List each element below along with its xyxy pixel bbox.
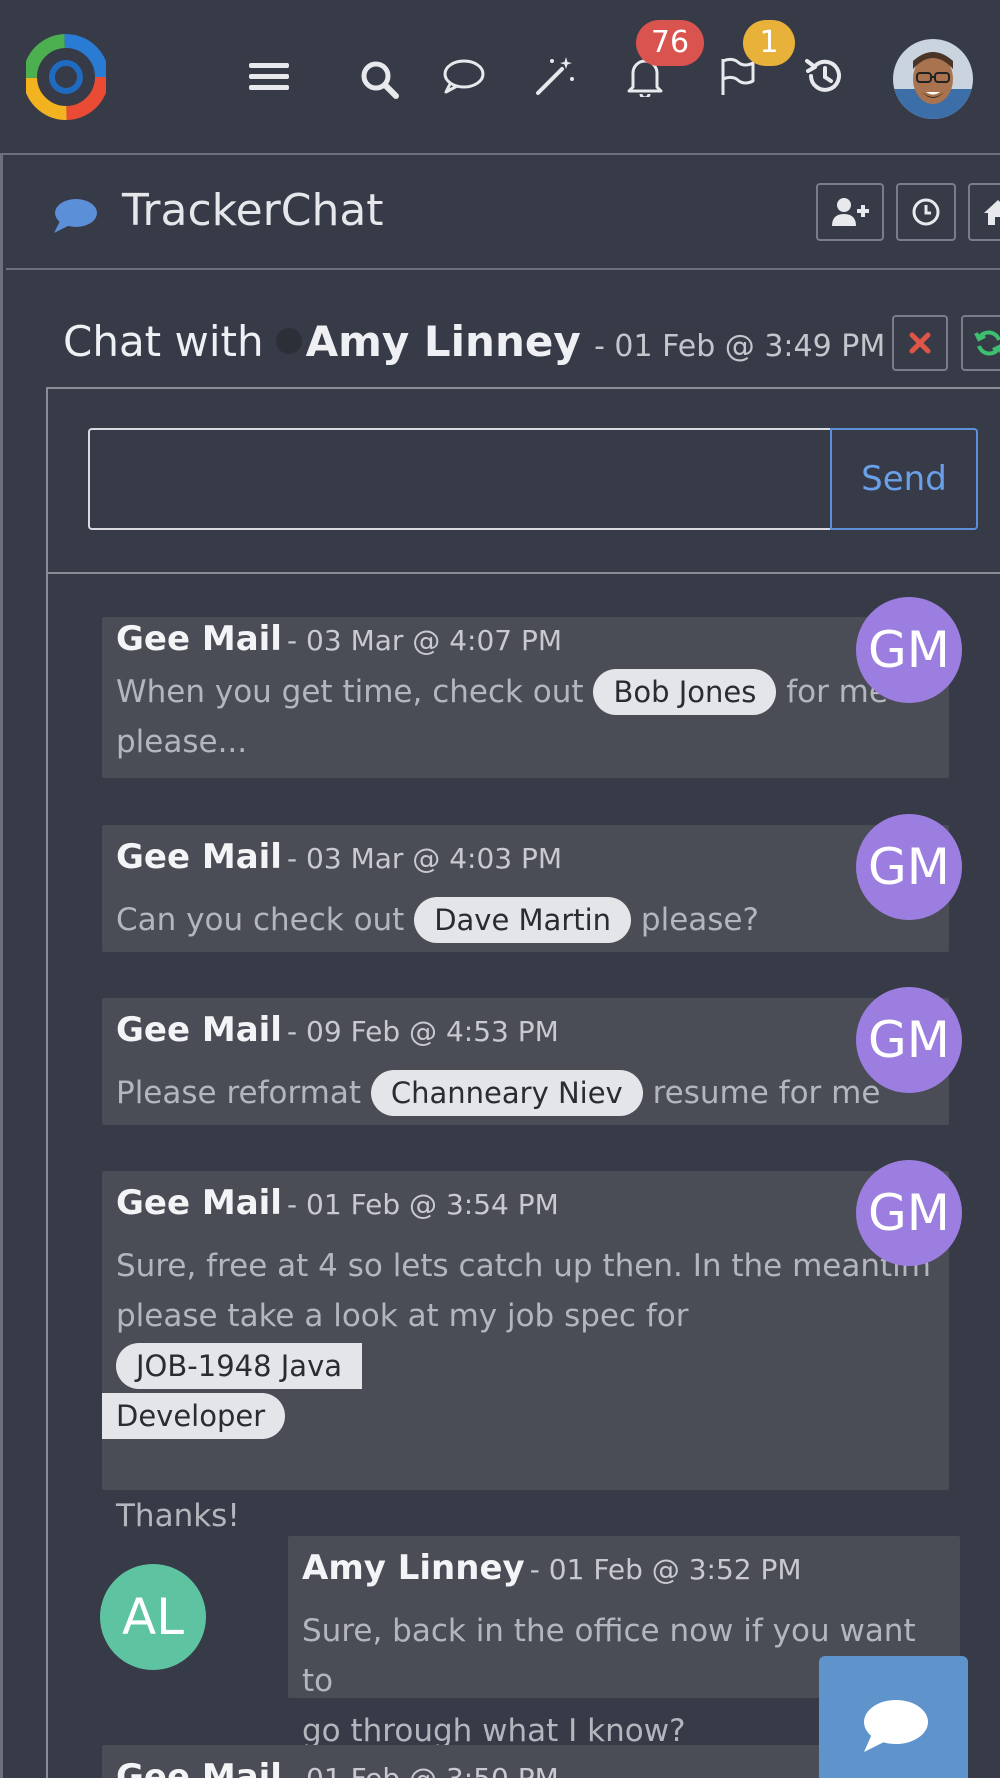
message-sender: Gee Mail: [116, 1757, 282, 1778]
job-tag[interactable]: JOB-1948 Java: [116, 1343, 363, 1389]
message-text: Thanks!: [116, 1498, 240, 1534]
add-user-button[interactable]: [816, 183, 884, 241]
clock-button[interactable]: [896, 183, 956, 241]
candidate-tag[interactable]: Channeary Niev: [370, 1070, 643, 1116]
user-avatar[interactable]: [893, 39, 973, 119]
candidate-tag[interactable]: Dave Martin: [414, 897, 632, 943]
message-text: resume for me: [652, 1075, 881, 1111]
message-text: Can you check out: [116, 902, 405, 938]
panel-title: TrackerChat: [122, 185, 384, 236]
panel-header: TrackerChat: [6, 155, 1000, 270]
avatar: GM: [856, 987, 962, 1093]
app-logo[interactable]: [23, 34, 109, 120]
message-text: go through what I know?: [302, 1713, 686, 1749]
message-time: - 01 Feb @ 3:52 PM: [529, 1553, 802, 1586]
send-button[interactable]: Send: [830, 428, 978, 530]
close-icon: [909, 332, 931, 354]
message-sender: Gee Mail: [116, 1183, 282, 1223]
message-body: Please reformat Channeary Niev resume fo…: [116, 1068, 935, 1118]
candidate-tag[interactable]: Bob Jones: [593, 669, 777, 715]
search-icon[interactable]: [352, 52, 408, 108]
menu-icon[interactable]: [241, 48, 297, 104]
top-navbar: 76 1: [0, 0, 1000, 155]
message-input[interactable]: [88, 428, 830, 530]
message-body: Can you check out Dave Martin please?: [116, 895, 935, 945]
message-item: Gee Mail - 09 Feb @ 4:53 PM Please refor…: [102, 998, 949, 1125]
refresh-icon: [974, 330, 1000, 356]
chat-bubble-icon[interactable]: [436, 48, 492, 104]
presence-status-dot: [275, 327, 302, 354]
message-sender: Gee Mail: [116, 1010, 282, 1050]
message-text: please...: [116, 724, 248, 760]
message-body: Sure, free at 4 so lets catch up then. I…: [102, 1241, 935, 1541]
message-sender: Amy Linney: [302, 1548, 525, 1588]
avatar: GM: [856, 1160, 962, 1266]
home-button[interactable]: [968, 183, 1000, 241]
avatar: AL: [100, 1564, 206, 1670]
chat-bubble-icon: [863, 1700, 928, 1752]
avatar: GM: [856, 814, 962, 920]
refresh-chat-button[interactable]: [961, 315, 1000, 371]
message-text: please?: [640, 902, 759, 938]
message-text: When you get time, check out: [116, 674, 584, 710]
message-item: Gee Mail - 03 Mar @ 4:03 PM Can you chec…: [102, 825, 949, 952]
close-chat-button[interactable]: [892, 315, 948, 371]
message-item: Gee Mail - 01 Feb @ 3:54 PM Sure, free a…: [102, 1171, 949, 1534]
message-time: - 09 Feb @ 4:53 PM: [287, 1015, 559, 1048]
message-time: - 03 Mar @ 4:07 PM: [287, 624, 563, 657]
chat-contact-name: Amy Linney: [305, 317, 581, 366]
message-time: - 01 Feb @ 3:54 PM: [287, 1188, 559, 1221]
chat-title-prefix: Chat with: [63, 317, 264, 366]
message-body: When you get time, check out Bob Jones f…: [116, 667, 935, 767]
avatar: GM: [856, 597, 962, 703]
notifications-count-badge: 76: [636, 20, 704, 66]
message-item: Gee Mail - 03 Mar @ 4:07 PM When you get…: [102, 617, 949, 778]
message-time: - 01 Feb @ 3:50 PM: [287, 1762, 559, 1778]
flags-count-badge: 1: [743, 20, 795, 66]
message-sender: Gee Mail: [116, 619, 282, 659]
job-tag[interactable]: Developer: [102, 1393, 286, 1439]
message-sender: Gee Mail: [116, 837, 282, 877]
chat-title: Chat with Amy Linney - 01 Feb @ 3:49 PM: [63, 317, 885, 366]
message-text: Please reformat: [116, 1075, 362, 1111]
chat-timestamp: - 01 Feb @ 3:49 PM: [594, 329, 886, 364]
compose-area: Send: [46, 387, 1000, 574]
chat-bubble-icon: [52, 197, 98, 239]
message-text: Sure, free at 4 so lets catch up then. I…: [116, 1248, 931, 1284]
message-text: please take a look at my job spec for: [116, 1298, 689, 1334]
message-time: - 03 Mar @ 4:03 PM: [287, 842, 563, 875]
open-chat-button[interactable]: [819, 1656, 968, 1778]
history-icon[interactable]: [796, 48, 852, 104]
magic-wand-icon[interactable]: [527, 48, 583, 104]
